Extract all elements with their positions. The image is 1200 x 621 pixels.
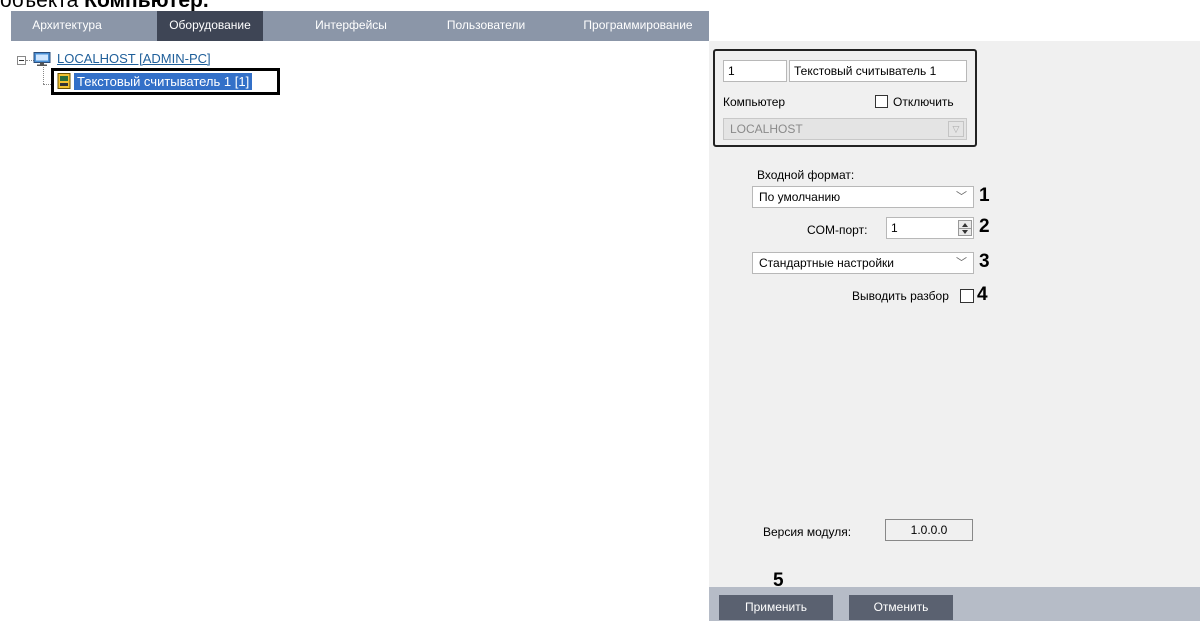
input-format-value: По умолчанию [759, 190, 841, 204]
disable-label: Отключить [893, 95, 954, 109]
reader-icon [57, 73, 71, 89]
arrow-up-icon [962, 223, 968, 227]
tab-architecture[interactable]: Архитектура [21, 11, 113, 41]
parse-label: Выводить разбор [852, 289, 949, 303]
tree-root-label[interactable]: LOCALHOST [ADMIN-PC] [57, 51, 211, 66]
collapse-icon[interactable] [17, 56, 26, 65]
disable-checkbox[interactable] [875, 95, 888, 108]
apply-button[interactable]: Применить [719, 595, 833, 620]
preset-select[interactable]: Стандартные настройки ﹀ [752, 252, 974, 274]
module-version-label: Версия модуля: [763, 525, 852, 539]
object-tree: LOCALHOST [ADMIN-PC] Текстовый считывате… [11, 41, 709, 621]
computer-select-value: LOCALHOST [730, 122, 803, 136]
arrow-down-icon [962, 230, 968, 234]
tab-users[interactable]: Пользователи [431, 11, 541, 41]
computer-select[interactable]: LOCALHOST ▽ [723, 118, 967, 140]
parse-checkbox[interactable] [960, 289, 974, 303]
callout-3: 3 [979, 251, 990, 272]
callout-1: 1 [979, 185, 990, 206]
tree-connector [43, 84, 51, 85]
input-format-select[interactable]: По умолчанию ﹀ [752, 186, 974, 208]
cancel-button[interactable]: Отменить [849, 595, 953, 620]
com-port-label: COM-порт: [807, 223, 868, 237]
settings-panel: 1 Текстовый считыватель 1 Компьютер Откл… [709, 41, 1200, 621]
spin-buttons[interactable] [958, 220, 972, 236]
tab-equipment[interactable]: Оборудование [157, 11, 263, 41]
tree-child-label[interactable]: Текстовый считыватель 1 [1] [74, 73, 253, 90]
module-version-field: 1.0.0.0 [885, 519, 973, 541]
computer-label: Компьютер [723, 95, 786, 109]
bottom-bar: Применить Отменить [709, 587, 1200, 621]
chevron-down-icon: ▽ [948, 121, 964, 137]
input-format-label: Входной формат: [757, 168, 855, 182]
chevron-down-icon: ﹀ [956, 191, 967, 203]
tab-programming[interactable]: Программирование [571, 11, 705, 41]
callout-2: 2 [979, 216, 990, 237]
callout-4: 4 [977, 284, 988, 305]
device-name-field[interactable]: Текстовый считыватель 1 [789, 60, 967, 82]
com-port-stepper[interactable]: 1 [886, 217, 974, 239]
tab-interfaces[interactable]: Интерфейсы [301, 11, 401, 41]
computer-icon [33, 52, 51, 66]
com-port-value: 1 [891, 221, 898, 235]
preset-value: Стандартные настройки [759, 256, 894, 270]
tree-connector [43, 64, 44, 84]
tab-bar: Архитектура Оборудование Интерфейсы Поль… [11, 11, 709, 41]
chevron-down-icon: ﹀ [956, 257, 967, 269]
device-id-field[interactable]: 1 [723, 60, 787, 82]
